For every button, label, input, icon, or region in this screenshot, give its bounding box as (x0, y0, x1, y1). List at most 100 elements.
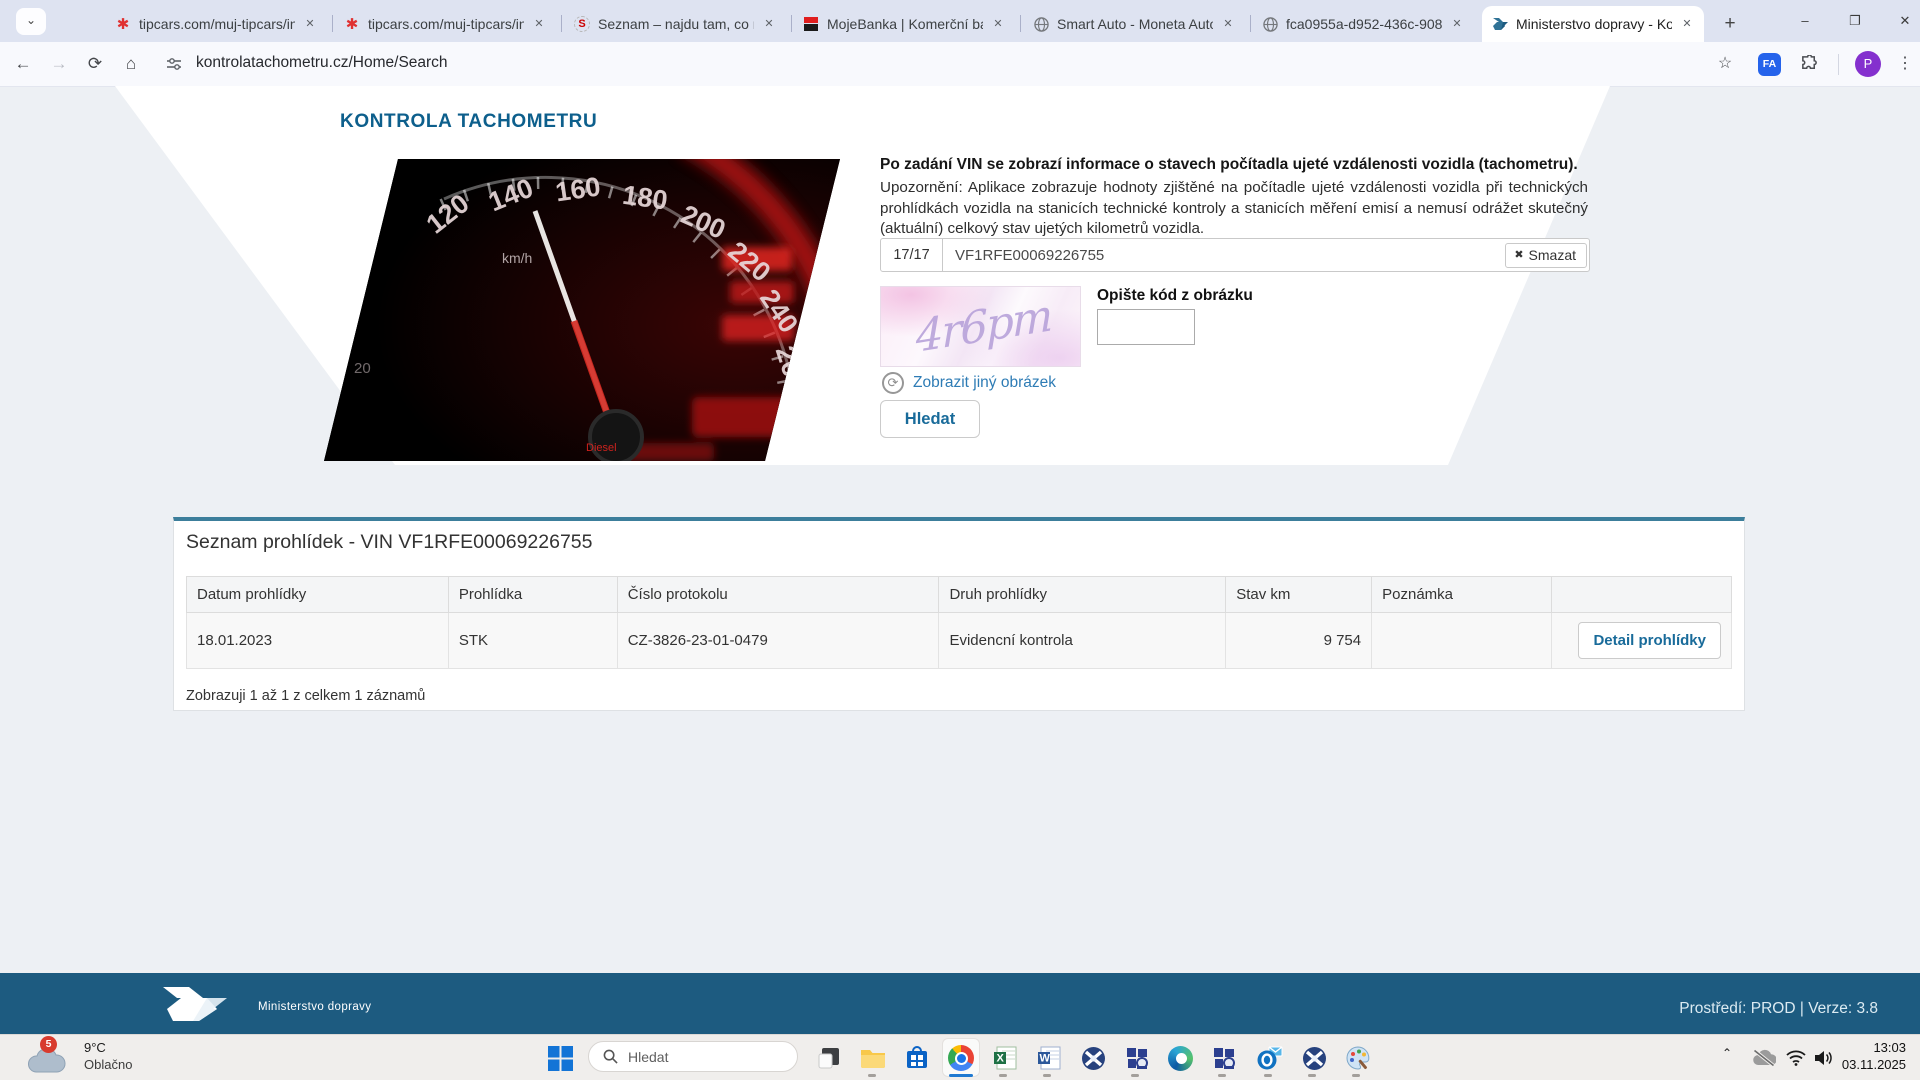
task-view-icon[interactable] (815, 1044, 843, 1072)
seznam-favicon-icon: S (574, 16, 590, 32)
weather-temperature[interactable]: 9°C (84, 1040, 106, 1055)
running-indicator (999, 1074, 1007, 1077)
captcha-refresh-icon[interactable]: ⟳ (882, 372, 904, 394)
bookmark-star-icon[interactable]: ☆ (1712, 51, 1738, 77)
gauge-unit-label: km/h (502, 250, 532, 266)
excel-icon[interactable]: X (991, 1044, 1019, 1072)
tab-smartauto[interactable]: Smart Auto - Moneta Auto ✕ (1023, 6, 1245, 42)
vin-input-group: 17/17 ✖ Smazat (880, 238, 1590, 272)
tab-title: Seznam – najdu tam, co neznám (598, 16, 754, 32)
captcha-refresh-link[interactable]: Zobrazit jiný obrázek (913, 374, 1056, 392)
tab-search-button[interactable]: ⌄ (16, 8, 46, 35)
col-prohlidka[interactable]: Prohlídka (447, 576, 618, 613)
window-minimize-button[interactable]: – (1790, 8, 1820, 34)
vin-counter: 17/17 (881, 239, 943, 271)
running-indicator (1218, 1074, 1226, 1077)
running-indicator (1131, 1074, 1139, 1077)
tab-close-icon[interactable]: ✕ (530, 15, 548, 33)
col-druh[interactable]: Druh prohlídky (938, 576, 1227, 613)
microsoft-store-icon[interactable] (903, 1044, 931, 1072)
fa-extension-icon[interactable]: FA (1758, 53, 1781, 76)
file-explorer-icon[interactable] (859, 1044, 887, 1072)
app-blue-pixel-icon[interactable] (1123, 1044, 1151, 1072)
app-blue-x-icon[interactable] (1079, 1044, 1107, 1072)
tab-fca[interactable]: fca0955a-d952-436c-908e-0a5 ✕ (1252, 6, 1474, 42)
clock-time[interactable]: 13:03 (1816, 1040, 1906, 1055)
results-summary: Zobrazuji 1 až 1 z celkem 1 záznamů (186, 688, 426, 704)
word-icon[interactable]: W (1035, 1044, 1063, 1072)
weather-condition[interactable]: Oblačno (84, 1057, 132, 1072)
tab-tipcars-1[interactable]: ✱ tipcars.com/muj-tipcars/inzerce ✕ (105, 6, 327, 42)
running-indicator (1043, 1074, 1051, 1077)
running-indicator (868, 1074, 876, 1077)
tray-chevron-icon[interactable]: ⌃ (1722, 1046, 1732, 1060)
tab-title: Smart Auto - Moneta Auto (1057, 16, 1213, 32)
onedrive-paused-icon[interactable] (1750, 1044, 1778, 1072)
new-tab-button[interactable]: + (1716, 10, 1744, 38)
tab-close-icon[interactable]: ✕ (1219, 15, 1237, 33)
captcha-input[interactable] (1097, 309, 1195, 345)
tab-tipcars-2[interactable]: ✱ tipcars.com/muj-tipcars/inzerce ✕ (334, 6, 556, 42)
table-header-row: Datum prohlídky Prohlídka Číslo protokol… (186, 576, 1732, 613)
profile-avatar[interactable]: P (1855, 51, 1881, 77)
outlook-icon[interactable] (1256, 1044, 1284, 1072)
vin-input[interactable] (943, 246, 1504, 264)
tab-title: Ministerstvo dopravy - Kontrola (1516, 16, 1672, 32)
tab-close-icon[interactable]: ✕ (1448, 15, 1466, 33)
col-datum[interactable]: Datum prohlídky (186, 576, 449, 613)
search-icon (603, 1049, 618, 1064)
paint-icon[interactable] (1344, 1044, 1372, 1072)
tipcars-favicon-icon: ✱ (345, 16, 359, 33)
reload-button-icon[interactable]: ⟳ (82, 51, 108, 77)
browser-menu-kebab-icon[interactable]: ⋮ (1892, 51, 1918, 77)
clear-vin-button[interactable]: ✖ Smazat (1505, 242, 1587, 268)
globe-favicon-icon (1262, 16, 1278, 32)
tab-close-icon[interactable]: ✕ (760, 15, 778, 33)
gauge-diesel-lamp: Diesel (586, 442, 617, 454)
cell-datum: 18.01.2023 (186, 612, 449, 669)
tab-close-icon[interactable]: ✕ (1678, 15, 1696, 33)
intro-bold-text: Po zadání VIN se zobrazí informace o sta… (880, 156, 1578, 173)
cell-protokol: CZ-3826-23-01-0479 (616, 612, 940, 669)
globe-favicon-icon (1033, 16, 1049, 32)
forward-button-icon[interactable]: → (46, 51, 72, 77)
taskbar-search-box[interactable]: Hledat (588, 1041, 798, 1072)
tab-title: tipcars.com/muj-tipcars/inzerce (368, 16, 524, 32)
search-submit-button[interactable]: Hledat (880, 400, 980, 438)
home-button-icon[interactable]: ⌂ (118, 51, 144, 77)
svg-text:X: X (997, 1053, 1005, 1065)
window-restore-button[interactable]: ❐ (1840, 8, 1870, 34)
edge-icon[interactable] (1166, 1044, 1194, 1072)
col-stav-km[interactable]: Stav km (1225, 576, 1373, 613)
extensions-puzzle-icon[interactable] (1800, 54, 1819, 79)
tipcars-favicon-icon: ✱ (116, 16, 130, 33)
col-protokol[interactable]: Číslo protokolu (616, 576, 940, 613)
captcha-image: 4r6pm (880, 286, 1081, 367)
tab-seznam[interactable]: S Seznam – najdu tam, co neznám ✕ (564, 6, 786, 42)
running-indicator (1352, 1074, 1360, 1077)
chrome-running-indicator (949, 1074, 973, 1077)
detail-prohlidky-button[interactable]: Detail prohlídky (1578, 622, 1721, 659)
gauge-small-number: 20 (354, 360, 371, 377)
clock-date[interactable]: 03.11.2025 (1816, 1057, 1906, 1072)
cell-druh: Evidencní kontrola (938, 612, 1227, 669)
tab-title: tipcars.com/muj-tipcars/inzerce (139, 16, 295, 32)
back-button-icon[interactable]: ← (10, 51, 36, 77)
windows-start-button[interactable] (546, 1044, 574, 1072)
site-settings-icon[interactable] (166, 57, 182, 76)
cell-stav-km: 9 754 (1225, 612, 1373, 669)
window-close-button[interactable]: ✕ (1890, 8, 1920, 34)
app-blue-pixel-icon-2[interactable] (1210, 1044, 1238, 1072)
taskbar-search-placeholder: Hledat (628, 1048, 669, 1065)
col-poznamka[interactable]: Poznámka (1371, 576, 1553, 613)
app-blue-x-icon-2[interactable] (1300, 1044, 1328, 1072)
tab-close-icon[interactable]: ✕ (989, 15, 1007, 33)
cell-prohlidka: STK (447, 612, 618, 669)
tab-title: MojeBanka | Komerční banka (827, 16, 983, 32)
tab-close-icon[interactable]: ✕ (301, 15, 319, 33)
address-bar[interactable]: kontrolatachometru.cz/Home/Search (196, 54, 448, 72)
chrome-icon[interactable] (947, 1044, 975, 1072)
tab-mojebanka[interactable]: MojeBanka | Komerční banka ✕ (793, 6, 1015, 42)
tab-ministerstvo-active[interactable]: Ministerstvo dopravy - Kontrola ✕ (1482, 6, 1704, 42)
wifi-icon[interactable] (1782, 1044, 1810, 1072)
